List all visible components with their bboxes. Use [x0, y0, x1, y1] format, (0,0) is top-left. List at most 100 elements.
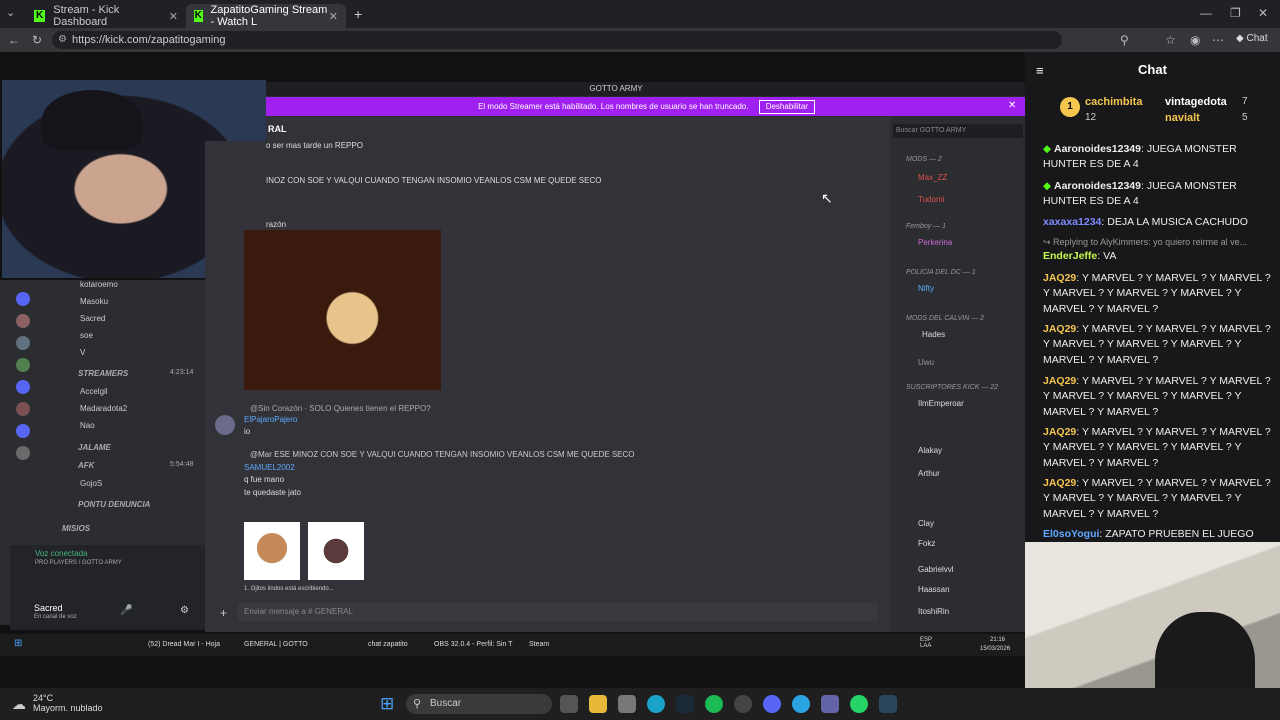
steam-app-icon[interactable] — [879, 695, 897, 713]
chat-message[interactable]: ◆ Aaronoides12349: JUEGA MONSTER HUNTER … — [1043, 142, 1271, 173]
copilot-chat-button[interactable]: ◆ Chat — [1236, 33, 1268, 44]
obs-icon[interactable] — [734, 695, 752, 713]
message-author[interactable]: SAMUEL2002 — [244, 463, 295, 472]
teams-icon[interactable] — [821, 695, 839, 713]
voice-channel-denuncia[interactable]: PONTU DENUNCIA — [78, 500, 150, 509]
member-item[interactable]: ItoshiRin — [918, 607, 949, 616]
avatar[interactable] — [215, 415, 235, 435]
windows-start-icon[interactable]: ⊞ — [14, 638, 22, 649]
voice-user[interactable]: Nao — [80, 421, 95, 430]
chat-message[interactable]: EnderJeffe: VA — [1043, 249, 1271, 264]
edge-icon[interactable] — [647, 695, 665, 713]
member-item[interactable]: Max_ZZ — [918, 173, 947, 182]
member-item[interactable]: Uwu — [918, 358, 934, 367]
discord-icon[interactable] — [763, 695, 781, 713]
chat-message[interactable]: JAQ29: Y MARVEL ? Y MARVEL ? Y MARVEL ? … — [1043, 425, 1271, 471]
reply-context[interactable]: ↪ Replying to AlyKimmers: yo quiero reir… — [1043, 235, 1271, 250]
server-icon[interactable] — [16, 292, 30, 306]
chat-username[interactable]: Aaronoides12349 — [1054, 143, 1141, 155]
server-icon[interactable] — [16, 380, 30, 394]
server-icon[interactable] — [16, 402, 30, 416]
taskbar-item[interactable]: Steam — [529, 641, 549, 648]
server-icon[interactable] — [16, 314, 30, 328]
telegram-icon[interactable] — [792, 695, 810, 713]
voice-user[interactable]: soe — [80, 331, 93, 340]
server-icon[interactable] — [16, 358, 30, 372]
reload-icon[interactable]: ↻ — [32, 33, 42, 47]
taskbar-search[interactable]: Buscar — [406, 694, 552, 714]
member-item[interactable]: Haassan — [918, 585, 950, 594]
spotify-icon[interactable] — [705, 695, 723, 713]
chat-username[interactable]: JAQ29 — [1043, 272, 1076, 284]
member-item[interactable]: Arthur — [918, 469, 940, 478]
close-icon[interactable]: ✕ — [169, 10, 178, 23]
gifter-name[interactable]: cachimbita — [1085, 96, 1142, 108]
taskbar-item[interactable]: chat zapatito — [368, 641, 408, 648]
chat-message[interactable]: xaxaxa1234: DEJA LA MUSICA CACHUDO — [1043, 215, 1271, 230]
url-input[interactable]: https://kick.com/zapatitogaming — [52, 31, 1062, 49]
member-item[interactable]: Perkerina — [918, 238, 952, 247]
tab-list-chevron-icon[interactable]: ⌄ — [6, 6, 15, 19]
close-icon[interactable]: ✕ — [1008, 100, 1016, 111]
member-item[interactable]: Nifty — [918, 284, 934, 293]
chat-message[interactable]: JAQ29: Y MARVEL ? Y MARVEL ? Y MARVEL ? … — [1043, 476, 1271, 522]
voice-user[interactable]: V — [80, 348, 85, 357]
new-tab-icon[interactable]: + — [354, 6, 362, 22]
gifter-name[interactable]: vintagedota — [1165, 96, 1227, 108]
member-item[interactable]: Hades — [922, 330, 945, 339]
taskbar-item[interactable]: OBS 32.0.4 - Perfil: Sin T — [434, 641, 512, 648]
chat-username[interactable]: El0soYogui — [1043, 528, 1099, 540]
favorites-icon[interactable]: ☆ — [1165, 33, 1176, 47]
server-icon[interactable] — [16, 424, 30, 438]
chat-username[interactable]: JAQ29 — [1043, 375, 1076, 387]
language-indicator[interactable]: ESP LAA — [920, 637, 942, 649]
voice-channel-misios[interactable]: MISIOS — [62, 524, 90, 533]
task-view-icon[interactable] — [560, 695, 578, 713]
taskbar-item[interactable]: (52) Dread Mar I - Hoja — [148, 641, 220, 648]
store-icon[interactable] — [618, 695, 636, 713]
add-attachment-icon[interactable]: + — [220, 606, 227, 620]
chat-message[interactable]: El0soYogui: ZAPATO PRUEBEN EL JUEGO — [1043, 527, 1271, 542]
voice-channel-afk[interactable]: AFK — [78, 461, 94, 470]
member-item[interactable]: Alakay — [918, 446, 942, 455]
steam-icon[interactable] — [676, 695, 694, 713]
settings-gear-icon[interactable]: ⚙ — [180, 605, 189, 616]
voice-user[interactable]: GojoS — [80, 479, 102, 488]
member-item[interactable]: Gabrielvvl — [918, 565, 954, 574]
chat-username[interactable]: xaxaxa1234 — [1043, 216, 1101, 228]
gif-image[interactable] — [244, 522, 300, 580]
chat-username[interactable]: JAQ29 — [1043, 426, 1076, 438]
chat-username[interactable]: EnderJeffe — [1043, 250, 1097, 262]
more-icon[interactable]: ⋯ — [1212, 33, 1224, 47]
close-icon[interactable]: ✕ — [329, 10, 338, 23]
voice-user[interactable]: Madaradota2 — [80, 404, 127, 413]
restore-icon[interactable]: ❐ — [1230, 6, 1241, 20]
extensions-icon[interactable]: ⚲ — [1120, 33, 1129, 47]
chat-message[interactable]: ◆ Aaronoides12349: JUEGA MONSTER HUNTER … — [1043, 179, 1271, 210]
voice-channel-jalame[interactable]: JALAME — [78, 443, 111, 452]
close-window-icon[interactable]: ✕ — [1258, 6, 1268, 20]
gif-image[interactable] — [308, 522, 364, 580]
chat-username[interactable]: JAQ29 — [1043, 477, 1076, 489]
chat-username[interactable]: JAQ29 — [1043, 323, 1076, 335]
member-item[interactable]: IlmEmperoar — [918, 399, 964, 408]
gif-image[interactable] — [244, 230, 441, 390]
member-item[interactable]: Clay — [918, 519, 934, 528]
voice-user[interactable]: Masoku — [80, 297, 108, 306]
chat-username[interactable]: Aaronoides12349 — [1054, 180, 1141, 192]
disable-streamer-mode-button[interactable]: Deshabilitar — [758, 100, 815, 114]
voice-user[interactable]: Accelgil — [80, 387, 108, 396]
minimize-icon[interactable]: — — [1200, 6, 1212, 20]
member-item[interactable]: Tudomi — [918, 195, 944, 204]
member-item[interactable]: Fokz — [918, 539, 935, 548]
site-info-icon[interactable]: ⚙ — [58, 34, 67, 45]
server-icon[interactable] — [16, 336, 30, 350]
discord-search-input[interactable]: Buscar GOTTO ARMY — [893, 124, 1023, 138]
back-icon[interactable]: ← — [8, 33, 20, 47]
profile-icon[interactable]: ◉ — [1190, 33, 1200, 47]
voice-user[interactable]: Sacred — [80, 314, 105, 323]
message-input[interactable]: Enviar mensaje a # GENERAL — [238, 602, 878, 622]
mic-icon[interactable]: 🎤 — [120, 605, 132, 616]
voice-user[interactable]: kotaroemo — [80, 280, 118, 289]
start-menu-icon[interactable]: ⊞ — [380, 694, 394, 714]
